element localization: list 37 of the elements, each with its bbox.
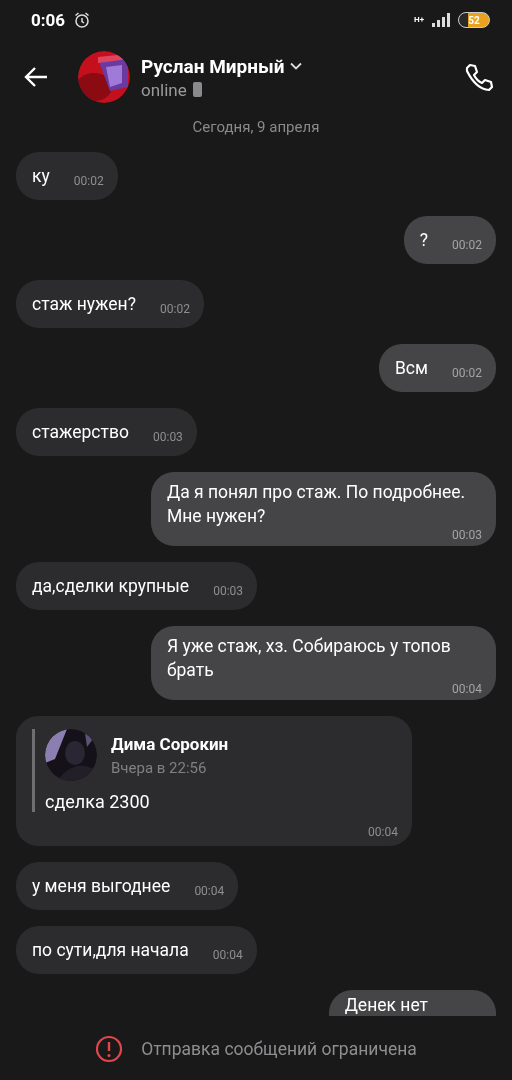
quote-author: Дима Сорокин [111,733,229,754]
message-time: 00:04 [452,682,482,696]
network-label: H+ [414,16,424,24]
message-time: 00:04 [368,825,398,839]
message-time: 00:02 [73,173,104,190]
message-time: 00:03 [153,429,183,446]
battery-indicator: 52 [458,12,490,28]
message-text: у меня выгоднее [32,876,171,896]
message-text: Всм [394,358,428,378]
online-status: online [141,79,187,100]
quote-date: Вчера в 22:56 [111,758,208,777]
message-text: сделка 2300 [45,791,151,812]
message-text: по сути,для начала [32,940,189,960]
phone-device-icon [192,82,202,97]
date-divider: Сегодня, 9 апреля [192,118,320,136]
message-time: 00:04 [212,947,243,964]
message-time: 00:03 [213,583,244,600]
message-time: 00:02 [452,237,482,254]
message-text: Я уже стаж, хз. Собираюсь у топов брать [167,635,452,682]
message-text: Денек нет [344,995,428,1015]
restriction-notice: Отправка сообщений ограничена [141,1039,417,1059]
message-text: Да я понял про стаж. По подробнее. Мне нужен? [167,481,467,528]
contact-name[interactable]: Руслан Мирный [141,54,285,78]
message-time: 00:02 [452,365,482,382]
message-text: стажерство [32,422,129,442]
message-text: да,сделки крупные [32,576,190,596]
message-time: 00:03 [452,528,482,542]
signal-icon [432,13,450,27]
alarm-icon [73,11,92,29]
message-text: ку [32,166,50,186]
warning-icon [95,1035,124,1063]
message-text: стаж нужен? [32,294,136,314]
chevron-down-icon[interactable] [290,62,303,70]
message-time: 00:02 [160,301,190,318]
status-time: 0:06 [31,10,66,30]
message-text: ? [419,230,428,250]
message-time: 00:04 [194,883,225,900]
